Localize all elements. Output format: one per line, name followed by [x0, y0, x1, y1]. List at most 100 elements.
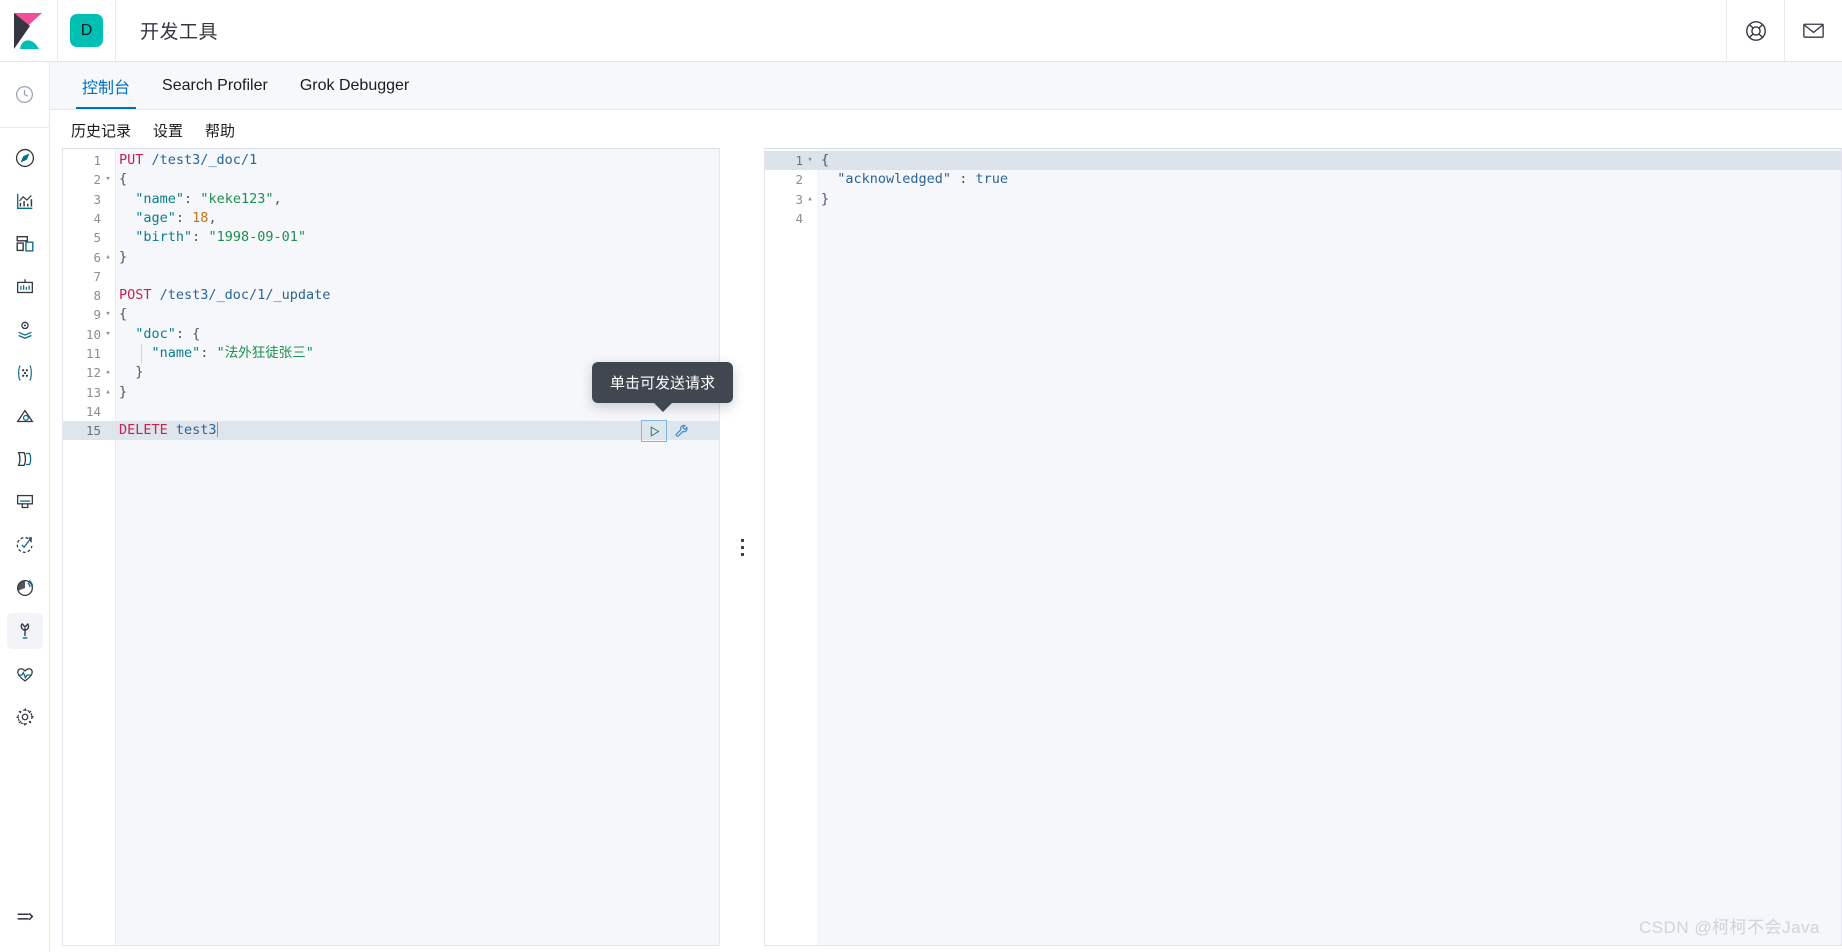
line-number: 4: [93, 210, 101, 226]
code-line[interactable]: 15 DELETE test3: [63, 421, 719, 441]
code-line[interactable]: 7: [63, 267, 719, 286]
code-line[interactable]: 8 POST /test3/_doc/1/_update: [63, 286, 719, 305]
watermark-text: CSDN @柯柯不会Java: [1638, 918, 1820, 937]
sidebar-item-siem[interactable]: [7, 570, 43, 606]
sidebar-item-dev-tools[interactable]: [6, 613, 43, 649]
sidebar-item-maps[interactable]: [7, 312, 43, 348]
request-editor-pane[interactable]: 1 PUT /test3/_doc/1 2 ▾{3 "name": "keke123"…: [62, 148, 720, 946]
menu-help-label: 帮助: [205, 123, 236, 140]
menu-history-label: 历史记录: [71, 123, 132, 140]
sidebar-item-apm[interactable]: [7, 484, 43, 520]
menu-settings[interactable]: 设置: [144, 116, 192, 145]
resize-handle-dots-icon: [740, 538, 744, 556]
code-line[interactable]: 5 "birth": "1998-09-01": [63, 228, 719, 247]
sidebar-item-management[interactable]: [7, 699, 43, 735]
code-line[interactable]: 10 ▾ "doc": {: [63, 325, 719, 344]
mail-icon: [1803, 23, 1824, 38]
code-line[interactable]: 4: [765, 209, 1841, 228]
logs-stack-icon: [17, 451, 31, 467]
menu-settings-label: 设置: [153, 123, 184, 140]
help-button[interactable]: [1726, 0, 1784, 61]
code-line[interactable]: 4 "age": 18,: [63, 209, 719, 228]
tab-grok-debugger[interactable]: Grok Debugger: [284, 62, 425, 109]
send-request-tooltip-text: 单击可发送请求: [610, 375, 716, 393]
code-line[interactable]: 11 "name": "法外狂徒张三": [63, 344, 719, 364]
code-line[interactable]: 9 ▾ {: [63, 305, 719, 324]
sidebar-item-uptime[interactable]: [7, 527, 43, 563]
fold-toggle-icon[interactable]: ▴: [805, 190, 815, 209]
life-ring-icon: [1745, 20, 1766, 41]
sidebar-item-infrastructure[interactable]: [7, 398, 43, 434]
management-gear-icon: [15, 708, 34, 726]
tab-console[interactable]: 控制台: [66, 62, 146, 109]
code-line[interactable]: 6 ▴}: [63, 248, 719, 267]
sidebar-item-canvas[interactable]: [7, 269, 43, 305]
response-left-margin: [765, 149, 817, 945]
sidebar-item-recently-viewed[interactable]: [7, 76, 43, 112]
line-number: 1: [93, 153, 101, 168]
visualize-bar-chart-icon: [16, 193, 32, 210]
code-text: POST /test3/_doc/1/_update: [119, 287, 331, 304]
compass-discover-icon: [15, 148, 34, 168]
code-line[interactable]: 2 "acknowledged" : true: [765, 170, 1841, 189]
sidebar-item-discover[interactable]: [7, 140, 43, 176]
code-line[interactable]: 1 ▾ {: [765, 151, 1841, 171]
response-editor-pane[interactable]: 1 ▾{2 "acknowledged" : true 3 ▴} 4: [764, 148, 1842, 946]
sidebar-item-visualize[interactable]: [7, 183, 43, 219]
space-switcher-button[interactable]: D: [58, 0, 116, 61]
code-line[interactable]: 2 ▾ {: [63, 170, 719, 189]
tab-search-profiler[interactable]: Search Profiler: [146, 62, 284, 109]
nav-collapse-toggle[interactable]: [7, 899, 43, 935]
code-text: "name": "keke123",: [135, 190, 282, 207]
apm-monitor-icon: [16, 494, 33, 509]
code-text: "name": "法外狂徒张三": [151, 345, 314, 361]
line-number: 4: [795, 210, 803, 226]
code-line[interactable]: 1 PUT /test3/_doc/1: [63, 151, 719, 170]
send-request-button[interactable]: [641, 420, 667, 443]
fold-toggle-icon[interactable]: ▴: [103, 248, 113, 267]
dev-tools-tab-bar: 控制台 Search Profiler Grok Debugger: [50, 62, 1842, 110]
infrastructure-metrics-icon: [15, 409, 34, 423]
code-text: PUT /test3/_doc/1: [119, 152, 258, 168]
page-title: 开发工具: [140, 22, 219, 43]
menu-help[interactable]: 帮助: [196, 116, 244, 145]
tab-search-profiler-label: Search Profiler: [162, 76, 268, 94]
code-line[interactable]: 3 "name": "keke123",: [63, 190, 719, 209]
line-number: 9: [93, 307, 101, 323]
menu-history[interactable]: 历史记录: [62, 116, 140, 145]
news-feed-button[interactable]: [1784, 0, 1842, 61]
code-text: }: [119, 383, 128, 400]
code-text: {: [119, 306, 128, 323]
recently-viewed-clock-icon: [16, 85, 33, 103]
code-line[interactable]: 14: [63, 402, 719, 421]
collapse-arrow-icon: [17, 912, 34, 921]
line-number: 3: [93, 191, 101, 207]
fold-toggle-icon[interactable]: ▾: [805, 151, 815, 170]
sidebar-item-dashboard[interactable]: [7, 226, 43, 262]
stack-monitoring-heartbeat-icon: [16, 668, 33, 682]
uptime-check-arrow-icon: [16, 536, 33, 553]
sidebar-item-machine-learning[interactable]: [7, 355, 43, 391]
code-text: "birth": "1998-09-01": [135, 229, 306, 246]
dashboard-grid-icon: [16, 235, 33, 252]
sidebar-item-monitoring[interactable]: [7, 656, 43, 692]
maps-layers-pin-icon: [17, 321, 32, 339]
fold-toggle-icon[interactable]: ▴: [103, 383, 113, 402]
code-line[interactable]: 3 ▴}: [765, 190, 1841, 209]
line-number: 11: [85, 346, 101, 361]
code-text: }: [821, 190, 830, 207]
console-split-area: 1 PUT /test3/_doc/1 2 ▾{3 "name": "keke123"…: [62, 148, 1842, 948]
fold-toggle-icon[interactable]: ▾: [103, 325, 113, 344]
line-number: 3: [795, 191, 803, 207]
wrench-icon: [675, 424, 688, 437]
fold-toggle-icon[interactable]: ▾: [103, 305, 113, 324]
fold-toggle-icon[interactable]: ▾: [103, 170, 113, 189]
kibana-logo-button[interactable]: [0, 0, 58, 61]
pane-resizer[interactable]: [720, 148, 764, 946]
play-triangle-icon: [650, 425, 660, 437]
sidebar-item-logs[interactable]: [7, 441, 43, 477]
machine-learning-nodes-icon: [17, 365, 32, 381]
code-text: "age": 18,: [135, 209, 217, 226]
request-options-button[interactable]: [672, 421, 692, 441]
fold-toggle-icon[interactable]: ▴: [103, 363, 113, 382]
